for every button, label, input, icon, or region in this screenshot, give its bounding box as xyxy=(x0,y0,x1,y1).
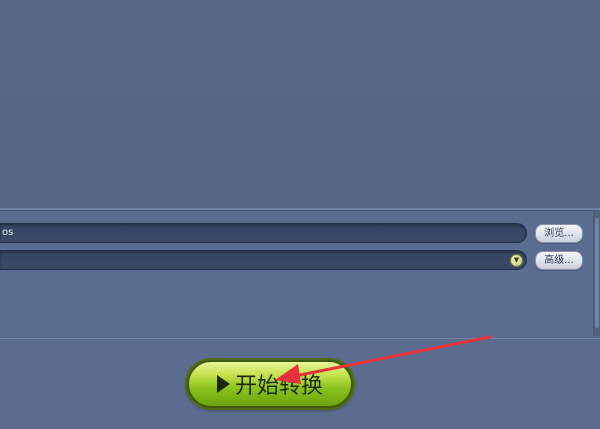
annotation-arrow-shaft xyxy=(288,335,492,379)
red-arrow-annotation xyxy=(275,335,492,384)
annotation-arrow-head xyxy=(275,364,301,384)
